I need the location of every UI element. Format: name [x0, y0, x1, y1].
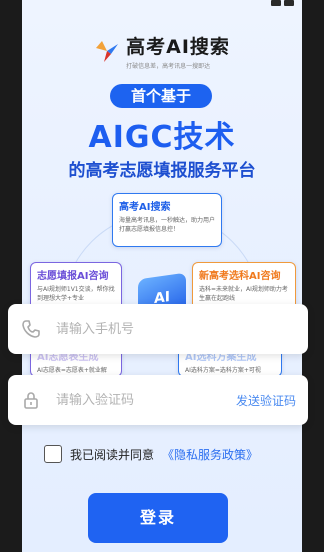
feature-desc: 海量高考讯息，一秒触达，助力用户打赢志愿填报信息控！: [119, 217, 216, 233]
hero-subline: 的高考志愿填报服务平台: [68, 161, 256, 181]
phone-input[interactable]: [56, 321, 296, 337]
feature-desc: AI志愿表=志愿表+就业解: [37, 367, 107, 374]
verification-code-input[interactable]: [56, 392, 236, 408]
agreement-checkbox[interactable]: [44, 445, 62, 463]
send-code-button[interactable]: 发送验证码: [236, 392, 296, 409]
bird-logo-icon: [96, 41, 119, 62]
lock-icon: [20, 389, 42, 411]
verification-code-field[interactable]: 发送验证码: [8, 375, 308, 425]
login-button[interactable]: 登录: [88, 493, 228, 543]
hero-pill: 首个基于: [110, 84, 212, 108]
agreement-text: 我已阅读并同意: [70, 447, 155, 462]
left-overlay: [0, 0, 22, 552]
feature-desc: 选科=未来就业，AI规划师助力考生赢在起跑线: [199, 286, 288, 302]
brand-title: 高考AI搜索: [126, 36, 230, 58]
login-screen: 高考AI搜索 打破信息差，高考讯息一搜即达 首个基于 AIGC技术 的高考志愿填…: [22, 0, 302, 552]
feature-desc: 与AI规划师1V1交谈，帮你找到理想大学+专业: [37, 286, 115, 302]
feature-title: 志愿填报AI咨询: [37, 271, 109, 282]
phone-field[interactable]: [8, 304, 308, 354]
feature-card-ai-search: 高考AI搜索 海量高考讯息，一秒触达，助力用户打赢志愿填报信息控！: [112, 193, 222, 247]
privacy-policy-link[interactable]: 《隐私服务政策》: [162, 446, 258, 463]
right-overlay: [302, 0, 324, 552]
agreement-row: 我已阅读并同意 《隐私服务政策》: [44, 445, 258, 463]
phone-icon: [20, 318, 42, 340]
feature-title: 新高考选科AI咨询: [199, 271, 281, 282]
feature-title: 高考AI搜索: [119, 202, 171, 213]
hero-headline: AIGC技术: [88, 120, 236, 155]
status-bar: [22, 0, 302, 10]
battery-icon: [284, 0, 294, 6]
signal-icon: [271, 0, 281, 6]
brand-subtitle: 打破信息差，高考讯息一搜即达: [126, 63, 211, 70]
brand-header: 高考AI搜索 打破信息差，高考讯息一搜即达: [22, 32, 302, 70]
feature-desc: AI选科方案=选科方案+可视: [185, 367, 261, 374]
